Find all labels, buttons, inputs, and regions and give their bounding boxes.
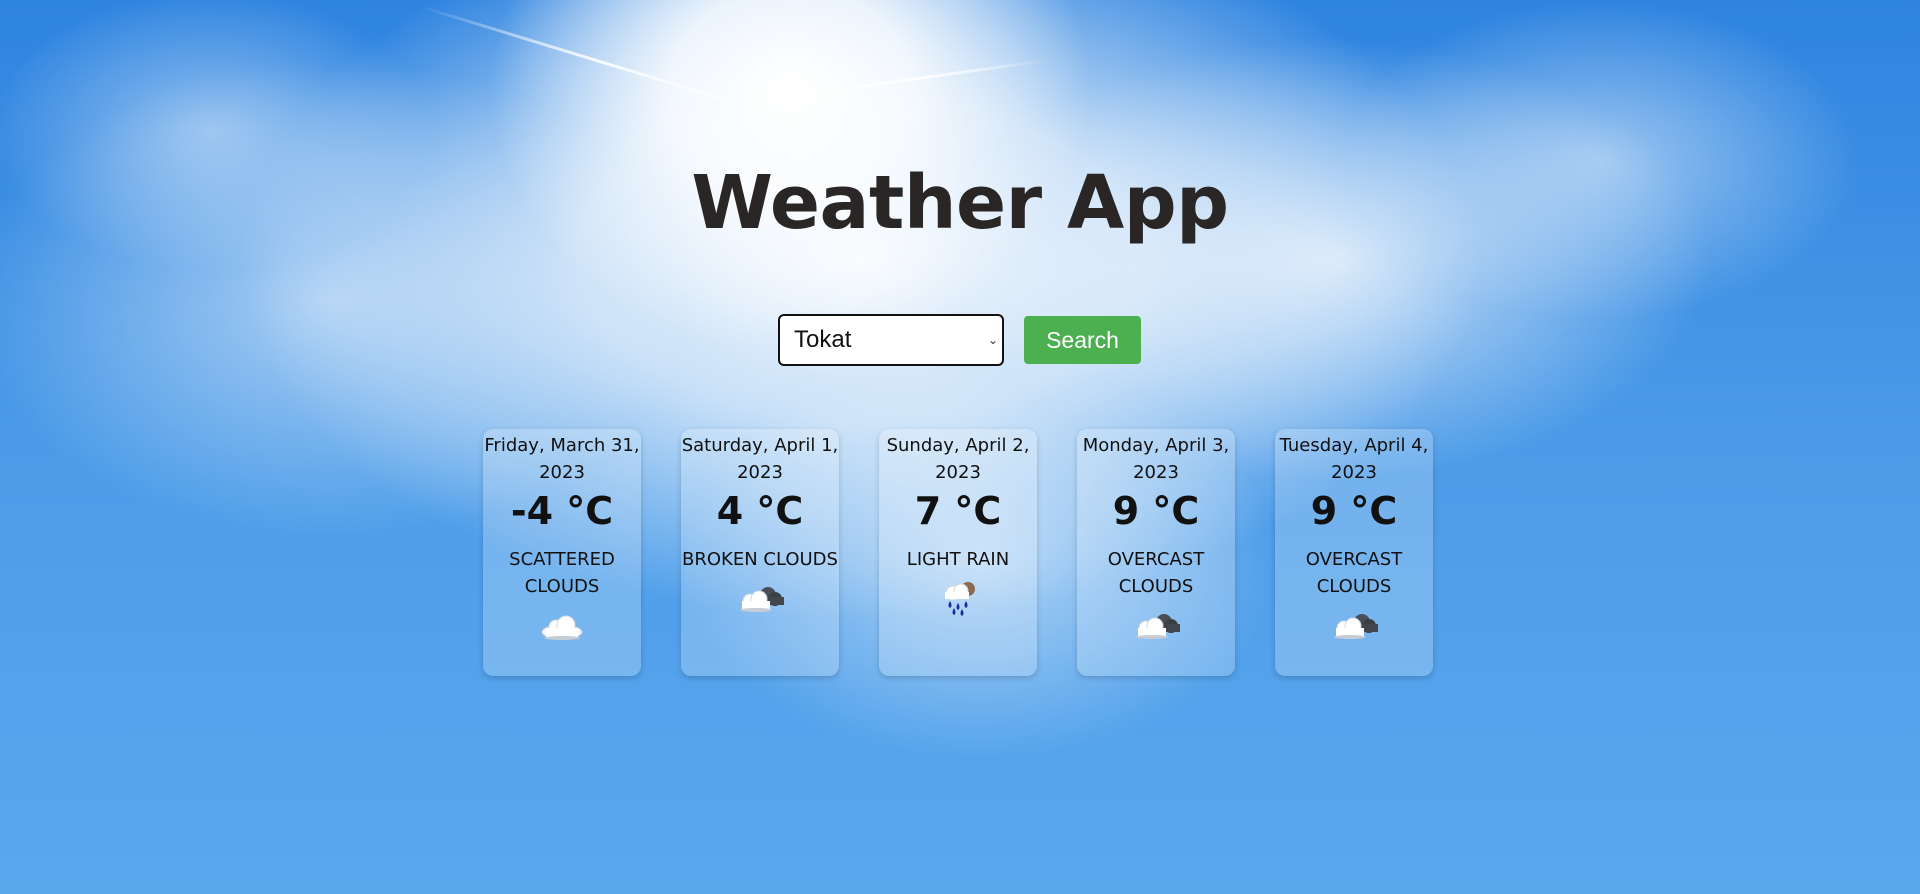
forecast-date: Saturday, April 1, 2023 (681, 435, 839, 483)
broken-clouds-icon (1334, 614, 1378, 639)
forecast-description: overcast clouds (1305, 549, 1403, 597)
forecast-temperature: 4 °C (716, 489, 804, 533)
forecast-card: Friday, March 31, 2023 -4 °C scattered c… (483, 429, 641, 676)
forecast-card: Sunday, April 2, 2023 7 °C light rain (879, 429, 1037, 676)
sun-ray (789, 58, 1048, 98)
page-title: Weather App (691, 160, 1229, 246)
forecast-description: broken clouds (682, 549, 838, 570)
cloud-icon (541, 615, 583, 640)
city-select[interactable]: Tokat ⌄ (778, 314, 1004, 366)
forecast-temperature: 9 °C (1112, 489, 1200, 533)
forecast-description: light rain (906, 549, 1010, 570)
forecast-date: Tuesday, April 4, 2023 (1279, 435, 1429, 483)
rain-icon (945, 582, 975, 616)
forecast-date: Friday, March 31, 2023 (484, 435, 640, 483)
broken-clouds-icon (740, 587, 784, 612)
forecast-card: Monday, April 3, 2023 9 °C overcast clou… (1077, 429, 1235, 676)
search-button[interactable]: Search (1024, 316, 1141, 364)
city-select-value: Tokat (794, 326, 852, 353)
broken-clouds-icon (1136, 614, 1180, 639)
chevron-down-icon: ⌄ (987, 333, 998, 347)
forecast-description: overcast clouds (1107, 549, 1205, 597)
search-bar: Tokat ⌄ Search (778, 314, 1141, 366)
forecast-card: Tuesday, April 4, 2023 9 °C overcast clo… (1275, 429, 1433, 676)
forecast-temperature: -4 °C (510, 489, 614, 533)
forecast-card: Saturday, April 1, 2023 4 °C broken clou… (681, 429, 839, 676)
sun-ray (419, 5, 784, 120)
forecast-date: Monday, April 3, 2023 (1082, 435, 1230, 483)
forecast-description: scattered clouds (509, 549, 615, 597)
forecast-list: Friday, March 31, 2023 -4 °C scattered c… (483, 429, 1433, 676)
forecast-temperature: 7 °C (914, 489, 1002, 533)
forecast-date: Sunday, April 2, 2023 (886, 435, 1030, 483)
forecast-temperature: 9 °C (1310, 489, 1398, 533)
